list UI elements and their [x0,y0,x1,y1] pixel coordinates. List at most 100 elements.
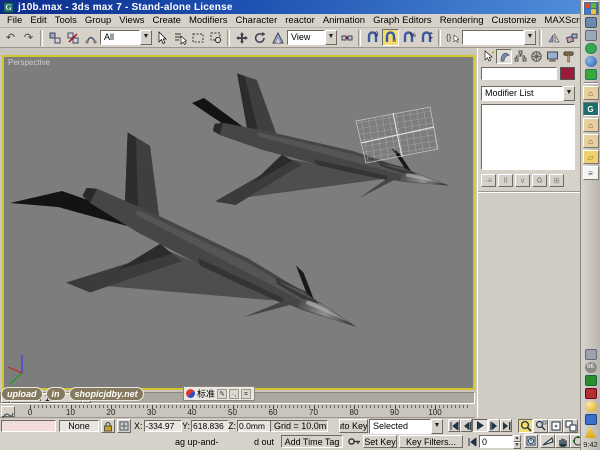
quick-launch-5[interactable] [585,69,597,80]
menu-item-modifiers[interactable]: Modifiers [185,15,232,26]
perspective-viewport[interactable]: Perspective [2,55,475,390]
play-icon[interactable] [472,419,488,432]
select-and-link-icon[interactable] [46,29,63,46]
motion-tab-icon[interactable] [528,49,544,64]
tray-5[interactable] [585,401,597,412]
task-folder[interactable]: ▱ [583,150,599,164]
create-tab-icon[interactable] [480,49,496,64]
set-key-toggle-icon[interactable] [347,434,361,448]
task-window-2[interactable]: ⌂ [583,118,599,132]
pan-icon[interactable] [555,434,570,448]
menu-item-create[interactable]: Create [148,15,185,26]
tray-2[interactable]: 66 [585,362,597,373]
reference-coordinate-select[interactable]: View ▼ [287,30,337,45]
object-color-swatch[interactable] [560,67,575,80]
task-window-3[interactable]: ⌂ [583,134,599,148]
chevron-down-icon[interactable]: ▼ [524,30,536,45]
task-3dsmax-active[interactable]: G [583,102,599,116]
title-bar[interactable]: G j10b.max - 3ds max 7 - Stand-alone Lic… [0,0,580,14]
unlink-selection-icon[interactable] [64,29,81,46]
task-window-1[interactable]: ⌂ [583,86,599,100]
select-and-scale-icon[interactable] [269,29,286,46]
remove-modifier-icon[interactable]: ♻ [532,174,547,187]
show-end-result-icon[interactable]: II [498,174,513,187]
undo-icon[interactable]: ↶ [2,29,19,46]
mirror-icon[interactable] [545,29,562,46]
key-filters-button[interactable]: Key Filters... [399,435,463,448]
keyboard-override-icon[interactable]: {} [444,29,461,46]
grid-helper[interactable] [356,107,438,163]
quick-launch-4[interactable] [585,56,597,67]
select-and-move-icon[interactable] [233,29,250,46]
spinner-snap-icon[interactable] [418,29,435,46]
add-time-tag[interactable]: Add Time Tag [281,435,343,448]
ime-keyboard-icon[interactable]: ⌗ [241,389,251,399]
menu-item-reactor[interactable]: reactor [281,15,319,26]
quick-launch-3[interactable] [585,43,597,54]
key-mode-select[interactable]: Selected ▼ [369,419,443,434]
align-icon[interactable] [563,29,580,46]
make-unique-icon[interactable]: ∨ [515,174,530,187]
viewport-label[interactable]: Perspective [8,58,50,67]
modifier-stack-list[interactable] [481,104,575,170]
menu-item-file[interactable]: File [3,15,26,26]
select-by-name-icon[interactable] [171,29,188,46]
object-name-field[interactable] [481,67,557,80]
zoom-extents-all-icon[interactable] [563,419,578,433]
field-of-view-icon[interactable] [540,434,555,448]
time-configuration-icon[interactable] [524,434,538,448]
snap-toggle-3d-icon[interactable]: 3 [364,29,381,46]
chevron-down-icon[interactable]: ▼ [140,30,152,45]
go-to-end-icon[interactable] [500,419,512,432]
pin-stack-icon[interactable]: -≡ [481,174,496,187]
rectangular-selection-icon[interactable] [189,29,206,46]
absolute-mode-icon[interactable] [117,419,131,433]
menu-item-tools[interactable]: Tools [51,15,81,26]
x-coordinate-field[interactable]: -334.97 [144,420,182,432]
tray-1[interactable] [585,349,597,360]
menu-item-rendering[interactable]: Rendering [436,15,488,26]
maxscript-mini-listener[interactable] [1,420,56,432]
zoom-all-icon[interactable] [533,419,548,433]
menu-item-edit[interactable]: Edit [26,15,50,26]
zoom-extents-icon[interactable] [548,419,563,433]
windows-start-icon[interactable] [583,1,599,15]
ime-mode-label[interactable]: 标准 [197,387,215,400]
hierarchy-tab-icon[interactable] [512,49,528,64]
current-frame-field[interactable]: 0 [479,435,513,448]
frame-spinner[interactable]: ▲▼ [513,435,521,448]
bind-to-spacewarp-icon[interactable] [82,29,99,46]
tray-warning-icon[interactable] [585,427,597,438]
ime-punctuation-icon[interactable]: ·, [229,389,239,399]
quick-launch-1[interactable] [585,17,597,28]
task-document[interactable]: ≡ [583,166,599,180]
previous-frame-icon[interactable] [460,419,472,432]
quick-launch-2[interactable] [585,30,597,41]
chevron-down-icon[interactable]: ▼ [563,86,575,101]
set-key-button[interactable]: Set Key [363,435,397,448]
track-bar[interactable]: 0102030405060708090100 [0,405,475,418]
menu-item-character[interactable]: Character [232,15,282,26]
menu-item-customize[interactable]: Customize [488,15,541,26]
window-crossing-icon[interactable] [207,29,224,46]
percent-snap-icon[interactable]: % [400,29,417,46]
display-tab-icon[interactable] [544,49,560,64]
go-to-start-icon[interactable] [448,419,460,432]
select-object-icon[interactable] [153,29,170,46]
tray-3[interactable] [585,375,597,386]
menu-item-graph-editors[interactable]: Graph Editors [369,15,436,26]
auto-key-button[interactable]: Auto Key [339,419,368,433]
select-and-rotate-icon[interactable] [251,29,268,46]
use-center-icon[interactable] [338,29,355,46]
redo-icon[interactable]: ↷ [20,29,37,46]
selection-lock-icon[interactable] [101,419,115,433]
y-coordinate-field[interactable]: 618.836 [191,420,229,432]
menu-item-group[interactable]: Group [81,15,115,26]
next-frame-icon[interactable] [488,419,500,432]
chevron-down-icon[interactable]: ▼ [431,419,443,434]
modifier-list-select[interactable]: Modifier List ▼ [481,86,575,101]
configure-modifier-sets-icon[interactable]: ⊞ [549,174,564,187]
chevron-down-icon[interactable]: ▼ [325,30,337,45]
ime-toolbar[interactable]: 标准 ✎ ·, ⌗ [183,386,255,401]
go-to-start-small-icon[interactable] [466,435,478,448]
